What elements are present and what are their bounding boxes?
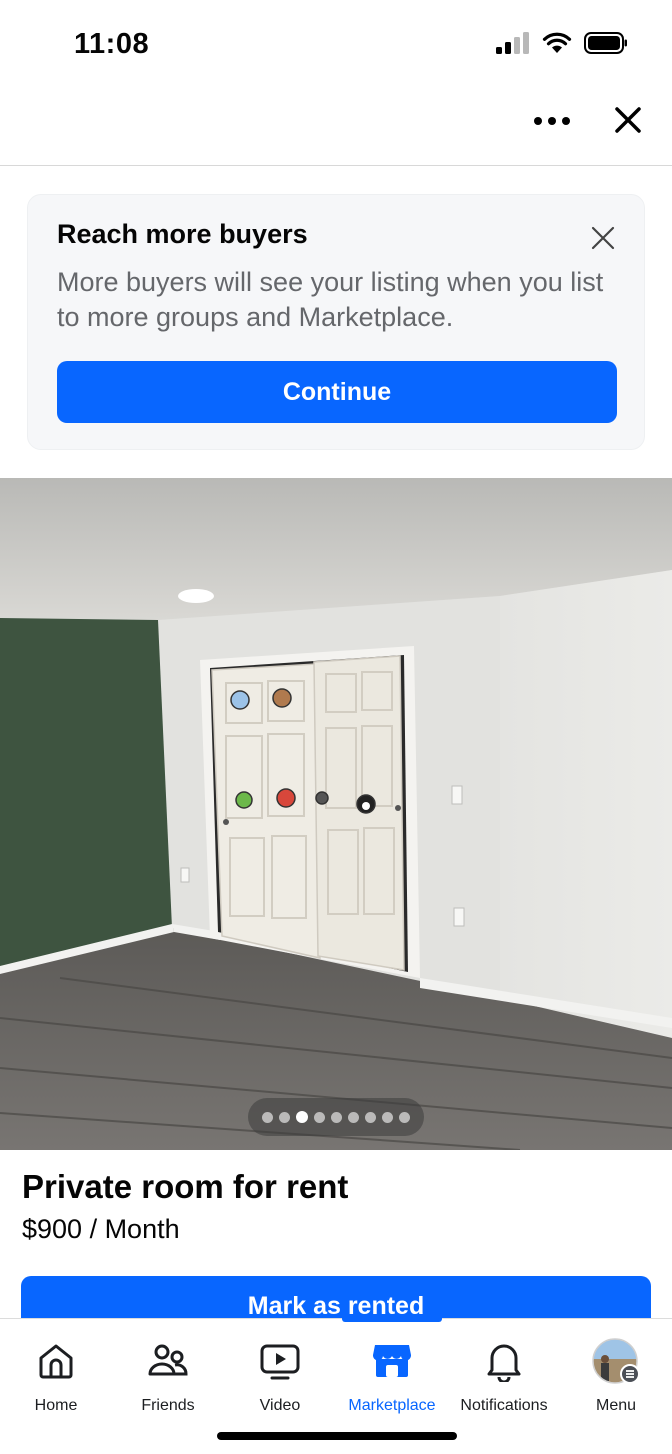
tab-notifications[interactable]: Notifications: [448, 1319, 560, 1419]
pager-dot: [348, 1111, 359, 1123]
top-bar: [0, 90, 672, 166]
close-icon: [590, 226, 616, 255]
pager-dot: [365, 1111, 376, 1123]
status-icons: [496, 32, 628, 59]
wifi-icon: [542, 32, 572, 59]
room-photo-image: [0, 478, 672, 1150]
tab-label-home: Home: [34, 1397, 78, 1414]
promo-dismiss-button[interactable]: [590, 225, 616, 251]
promo-title: Reach more buyers: [57, 219, 308, 249]
listing-price: $900 / Month: [22, 1214, 180, 1244]
marketplace-icon: [371, 1339, 413, 1383]
listing-title: Private room for rent: [22, 1168, 349, 1205]
more-options-button[interactable]: [530, 104, 574, 140]
promo-body: More buyers will see your listing when y…: [57, 267, 604, 332]
tab-label-menu: Menu: [595, 1397, 637, 1414]
tab-label-notifications: Notifications: [460, 1397, 548, 1414]
pager-dot: [314, 1111, 325, 1123]
photo-pager-dots[interactable]: [248, 1098, 424, 1136]
status-bar: 11:08: [0, 0, 672, 90]
pager-dot: [382, 1111, 393, 1123]
more-icon: [533, 113, 571, 131]
continue-button[interactable]: Continue: [57, 361, 617, 423]
listing-photo[interactable]: [0, 478, 672, 1150]
tab-label-friends: Friends: [141, 1397, 195, 1414]
reach-more-buyers-card: Reach more buyers More buyers will see y…: [27, 194, 645, 450]
signal-icon: [496, 32, 530, 59]
tab-video[interactable]: Video: [224, 1319, 336, 1419]
tab-home[interactable]: Home: [0, 1319, 112, 1419]
close-icon: [614, 106, 642, 139]
tab-label-marketplace: Marketplace: [348, 1397, 436, 1414]
bell-icon: [484, 1339, 524, 1383]
tab-friends[interactable]: Friends: [112, 1319, 224, 1419]
close-button[interactable]: [608, 102, 648, 142]
video-icon: [259, 1339, 301, 1383]
friends-icon: [147, 1339, 189, 1383]
home-indicator: [217, 1432, 457, 1440]
tab-label-video: Video: [259, 1397, 301, 1414]
pager-dot: [399, 1111, 410, 1123]
tab-marketplace[interactable]: Marketplace: [336, 1319, 448, 1419]
tab-menu[interactable]: Menu: [560, 1319, 672, 1419]
battery-icon: [584, 32, 628, 59]
avatar: [591, 1338, 641, 1384]
pager-dot: [262, 1111, 273, 1123]
home-icon: [36, 1339, 76, 1383]
pager-dot: [331, 1111, 342, 1123]
status-time: 11:08: [74, 28, 150, 60]
pager-dot: [296, 1111, 308, 1123]
pager-dot: [279, 1111, 290, 1123]
